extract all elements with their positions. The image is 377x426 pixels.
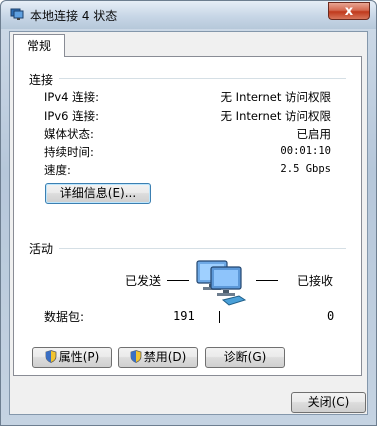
properties-button-label: 属性(P) <box>58 350 100 364</box>
sent-connector-line <box>167 280 189 281</box>
details-button[interactable]: 详细信息(E)... <box>45 183 151 204</box>
network-activity-icon <box>196 260 247 306</box>
duration-value: 00:01:10 <box>280 145 331 157</box>
uac-shield-icon <box>45 350 57 363</box>
close-window-button[interactable]: x <box>328 2 370 20</box>
ipv4-value: 无 Internet 访问权限 <box>220 90 331 104</box>
connection-group-label: 连接 <box>29 73 54 87</box>
speed-label: 速度: <box>44 163 71 177</box>
diagnose-button[interactable]: 诊断(G) <box>205 347 285 368</box>
network-connection-icon <box>10 8 24 20</box>
connection-divider <box>59 78 346 79</box>
media-state-value: 已启用 <box>296 127 332 141</box>
sent-label: 已发送 <box>125 274 162 288</box>
uac-shield-icon <box>130 350 142 363</box>
packets-sent-value: 191 <box>173 309 195 323</box>
packets-received-value: 0 <box>327 309 335 323</box>
duration-label: 持续时间: <box>44 145 94 159</box>
ipv6-value: 无 Internet 访问权限 <box>220 109 331 123</box>
speed-value: 2.5 Gbps <box>280 163 331 175</box>
activity-divider <box>59 248 346 249</box>
close-icon: x <box>344 4 354 19</box>
window-title: 本地连接 4 状态 <box>30 9 118 23</box>
media-state-label: 媒体状态: <box>44 127 94 141</box>
properties-button[interactable]: 属性(P) <box>32 347 112 368</box>
received-label: 已接收 <box>297 274 334 288</box>
packets-divider <box>219 311 220 323</box>
ipv6-label: IPv6 连接: <box>44 109 99 123</box>
title-bar[interactable]: 本地连接 4 状态 x <box>1 1 376 29</box>
close-button[interactable]: 关闭(C) <box>291 392 366 413</box>
packets-label: 数据包: <box>44 310 85 324</box>
disable-button-label: 禁用(D) <box>143 350 187 364</box>
disable-button[interactable]: 禁用(D) <box>118 347 198 368</box>
status-dialog: 本地连接 4 状态 x 常规 连接 IPv4 连接: 无 Internet 访问… <box>0 0 377 426</box>
received-connector-line <box>256 280 278 281</box>
ipv4-label: IPv4 连接: <box>44 90 99 104</box>
activity-group-label: 活动 <box>29 242 54 256</box>
tab-general[interactable]: 常规 <box>13 34 65 57</box>
